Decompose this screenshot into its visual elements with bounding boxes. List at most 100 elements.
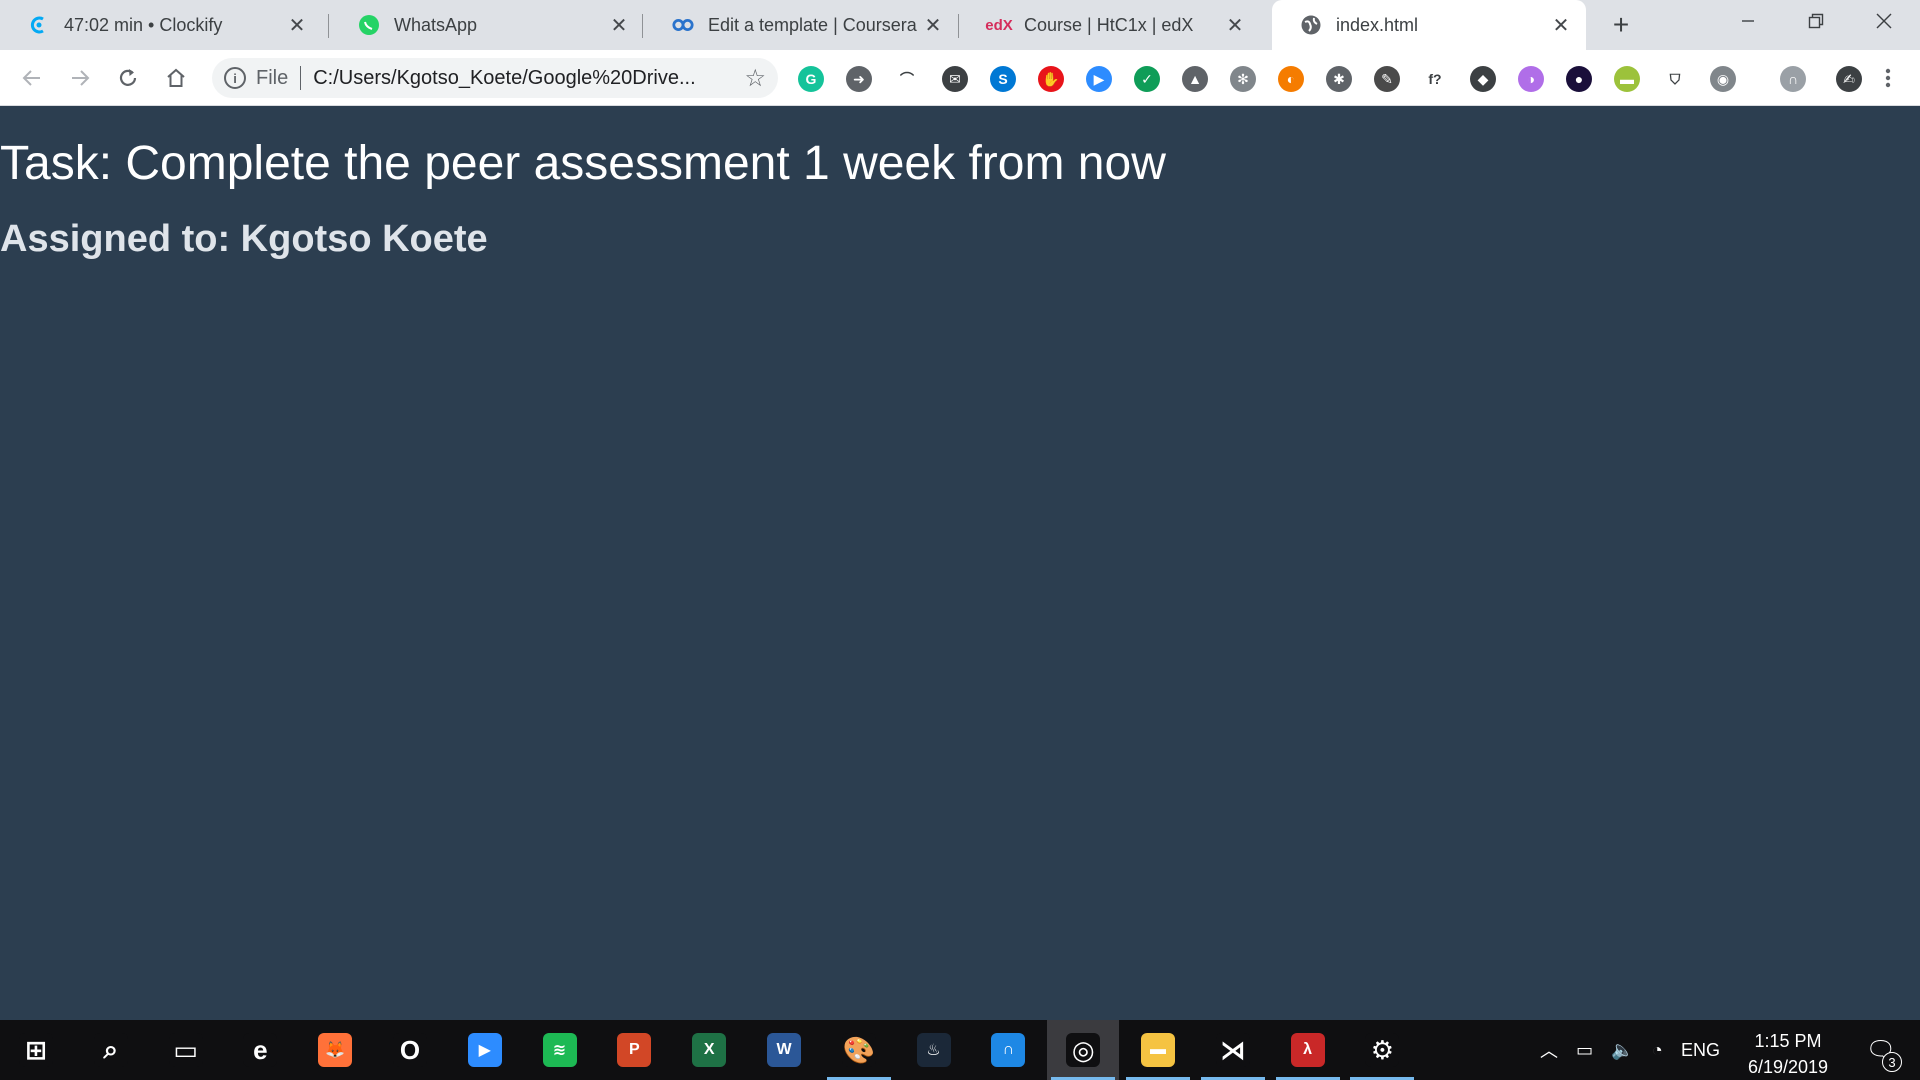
chrome-taskbar-button[interactable]: ◎ <box>1047 1020 1120 1080</box>
drive-ext-icon[interactable]: ▲ <box>1182 66 1208 92</box>
spotify-icon: ≋ <box>542 1033 577 1067</box>
search-icon: ⌕ <box>93 1033 128 1067</box>
kebab-menu-icon <box>1885 68 1891 88</box>
mail-ext-icon[interactable]: ✉ <box>942 66 968 92</box>
camera-ext-icon[interactable]: ◉ <box>1710 66 1736 92</box>
clock-date: 6/19/2019 <box>1747 1057 1829 1077</box>
tab-whatsapp[interactable]: WhatsApp ✕ <box>330 0 644 50</box>
reload-button[interactable] <box>112 62 144 94</box>
minimize-icon <box>1742 20 1754 22</box>
font-ext-icon[interactable]: f? <box>1422 66 1448 92</box>
reload-icon <box>119 69 137 86</box>
url-text[interactable]: C:/Users/Kgotso_Koete/Google%20Drive... <box>313 67 744 90</box>
arc-app-taskbar-button[interactable]: ∩ <box>972 1020 1044 1080</box>
firefox-taskbar-button[interactable]: 🦊 <box>299 1020 371 1080</box>
windows-start-icon: ⊞ <box>19 1033 53 1067</box>
firefox-icon: 🦊 <box>318 1033 353 1067</box>
forward-button[interactable] <box>64 62 96 94</box>
close-icon[interactable]: ✕ <box>608 14 630 37</box>
arc-ext-icon[interactable]: ∩ <box>1780 66 1806 92</box>
racket-taskbar-button[interactable]: λ <box>1272 1020 1344 1080</box>
close-icon[interactable]: ✕ <box>922 14 944 37</box>
close-icon[interactable]: ✕ <box>286 14 308 37</box>
language-indicator[interactable]: ENG <box>1681 1040 1720 1061</box>
paint-taskbar-button[interactable]: 🎨 <box>823 1020 895 1080</box>
bookmark-star-icon[interactable]: ☆ <box>744 64 766 93</box>
globe-icon <box>1300 14 1322 36</box>
powerpoint-taskbar-button[interactable]: P <box>598 1020 670 1080</box>
page-content: Task: Complete the peer assessment 1 wee… <box>0 106 1920 1020</box>
layers-ext-icon[interactable]: ◆ <box>1470 66 1496 92</box>
clock[interactable]: 1:15 PM 6/19/2019 <box>1728 1028 1848 1080</box>
minimize-button[interactable] <box>1714 0 1782 42</box>
zoom-icon: ▶ <box>467 1033 502 1067</box>
back-button[interactable] <box>16 62 48 94</box>
volume-icon[interactable]: 🔈 <box>1611 1040 1633 1061</box>
plant-ext-icon[interactable]: ▬ <box>1614 66 1640 92</box>
wifi-icon[interactable]: ◔ <box>1652 1040 1663 1061</box>
tab-coursera[interactable]: Edit a template | Coursera ✕ <box>644 0 958 50</box>
action-center-button[interactable]: 🗨 3 <box>1856 1020 1906 1080</box>
zoom-taskbar-button[interactable]: ▶ <box>449 1020 521 1080</box>
excel-taskbar-button[interactable]: X <box>673 1020 745 1080</box>
task-view-icon: ▭ <box>168 1033 203 1067</box>
tab-title: WhatsApp <box>394 14 478 35</box>
tab-separator <box>958 14 959 38</box>
rainbow-ext-icon[interactable]: ⌒ <box>894 66 920 92</box>
zoom-ext-icon[interactable]: ▶ <box>1086 66 1112 92</box>
arc-app-icon: ∩ <box>991 1033 1026 1067</box>
colorful-ext-icon[interactable]: ● <box>1566 66 1592 92</box>
opera-taskbar-button[interactable]: O <box>374 1020 446 1080</box>
vscode-taskbar-button[interactable]: ⋊ <box>1197 1020 1269 1080</box>
task-view-taskbar-button[interactable]: ▭ <box>150 1020 222 1080</box>
eyedropper-ext-icon[interactable]: ✎ <box>1374 66 1400 92</box>
home-icon <box>167 68 185 87</box>
purple-ext-icon[interactable]: ◑ <box>1518 66 1544 92</box>
tab-strip: 47:02 min • Clockify ✕ WhatsApp ✕ Edit a… <box>0 0 1920 50</box>
arrow-ext-icon[interactable]: ➜ <box>846 66 872 92</box>
chrome-menu-button[interactable] <box>1872 62 1904 94</box>
new-tab-button[interactable]: + <box>1604 8 1638 42</box>
close-icon[interactable]: ✕ <box>1224 14 1246 37</box>
orange-ext-icon[interactable]: ◐ <box>1278 66 1304 92</box>
steam-taskbar-button[interactable]: ♨ <box>898 1020 970 1080</box>
close-icon[interactable]: ✕ <box>1550 14 1572 37</box>
pocket-icon[interactable]: ⛉ <box>1662 66 1688 92</box>
browser-toolbar: i File C:/Users/Kgotso_Koete/Google%20Dr… <box>0 50 1920 106</box>
omnibox-divider <box>300 66 302 90</box>
powerpoint-icon: P <box>617 1033 652 1067</box>
skype-icon[interactable]: S <box>990 66 1016 92</box>
tab-title: Edit a template | Coursera <box>708 14 917 35</box>
settings-taskbar-button[interactable]: ⚙ <box>1346 1020 1418 1080</box>
signature-ext-icon[interactable]: ✍ <box>1836 66 1862 92</box>
info-icon[interactable]: i <box>224 67 246 89</box>
search-taskbar-button[interactable]: ⌕ <box>75 1020 147 1080</box>
chevron-up-icon[interactable]: ︿ <box>1540 1037 1558 1063</box>
settings-icon: ⚙ <box>1365 1033 1400 1067</box>
tab-edx[interactable]: edX Course | HtC1x | edX ✕ <box>960 0 1260 50</box>
task-title: Task: Complete the peer assessment 1 wee… <box>0 137 1166 190</box>
windows-taskbar: ⊞ ⌕ ▭ e 🦊 O ▶ ≋ P X W 🎨 ♨ ∩ ◎ ▬ ⋊ λ ⚙ ︿ ▭ 🔈 ◔ ENG 1:15 PM … <box>0 1020 1920 1080</box>
address-bar[interactable]: i File C:/Users/Kgotso_Koete/Google%20Dr… <box>212 58 778 98</box>
file-explorer-taskbar-button[interactable]: ▬ <box>1122 1020 1194 1080</box>
adblock-icon[interactable]: ✋ <box>1038 66 1064 92</box>
vscode-icon: ⋊ <box>1215 1033 1250 1067</box>
tab-title: index.html <box>1336 14 1419 35</box>
tab-index-html[interactable]: index.html ✕ <box>1272 0 1586 50</box>
word-taskbar-button[interactable]: W <box>748 1020 820 1080</box>
battery-icon[interactable]: ▭ <box>1576 1040 1593 1061</box>
shield-ext-icon[interactable]: ✓ <box>1134 66 1160 92</box>
notification-count: 3 <box>1882 1052 1902 1072</box>
home-button[interactable] <box>160 62 192 94</box>
gear-ext-icon[interactable]: ✻ <box>1230 66 1256 92</box>
edge-taskbar-button[interactable]: e <box>224 1020 296 1080</box>
windows-start-taskbar-button[interactable]: ⊞ <box>0 1020 72 1080</box>
paint-icon: 🎨 <box>841 1033 876 1067</box>
window-close-button[interactable] <box>1850 0 1918 42</box>
grammarly-icon[interactable]: G <box>798 66 824 92</box>
bug-ext-icon[interactable]: ✱ <box>1326 66 1352 92</box>
tab-clockify[interactable]: 47:02 min • Clockify ✕ <box>0 0 322 50</box>
spotify-taskbar-button[interactable]: ≋ <box>524 1020 596 1080</box>
restore-button[interactable] <box>1782 0 1850 42</box>
chrome-icon: ◎ <box>1066 1033 1101 1067</box>
